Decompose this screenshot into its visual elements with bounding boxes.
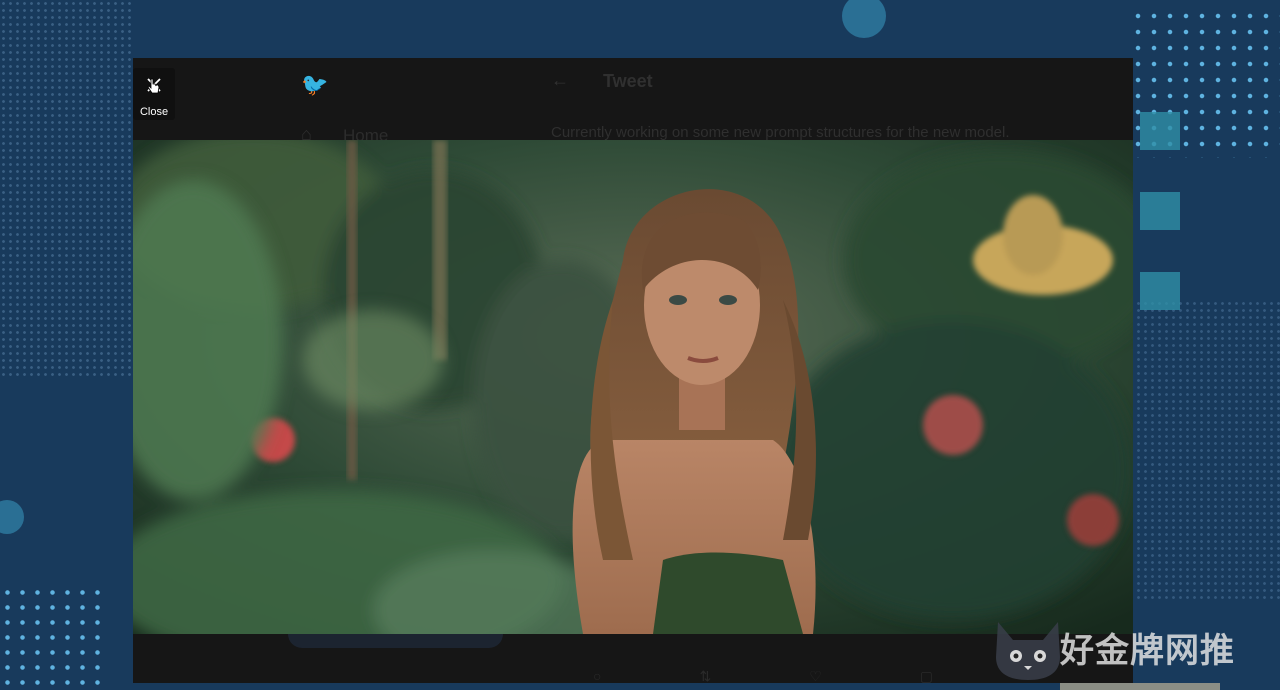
tweet-actions: ○ ⇅ ♡ ▢ <box>593 668 933 683</box>
retweet-icon: ⇅ <box>699 668 712 683</box>
cat-logo-icon <box>996 622 1060 680</box>
square-column <box>1140 112 1180 352</box>
watermark-text: 好金牌网推 <box>1060 630 1235 671</box>
close-label: Close <box>139 106 169 118</box>
bottom-strip <box>1060 683 1220 690</box>
watermark: 好金牌网推 <box>988 612 1235 682</box>
image-viewer-modal: 🐦 ← Tweet ⌂ Home Currently working on so… <box>133 58 1133 683</box>
tweet-image <box>133 140 1133 634</box>
reply-icon: ○ <box>593 668 602 683</box>
dot-pattern-left <box>0 0 135 380</box>
close-button[interactable]: Close <box>133 68 175 120</box>
dot-pattern-bottom-left <box>0 585 110 690</box>
tweet-text: Currently working on some new prompt str… <box>551 124 1010 141</box>
page-title: Tweet <box>603 71 653 91</box>
pointer-cursor-icon <box>147 78 160 94</box>
back-arrow-icon: ← <box>551 70 569 90</box>
circuit-node <box>0 500 24 534</box>
bookmark-icon: ▢ <box>919 668 933 683</box>
twitter-bird-icon: 🐦 <box>301 72 329 97</box>
circuit-node <box>842 0 886 38</box>
like-icon: ♡ <box>809 668 822 683</box>
